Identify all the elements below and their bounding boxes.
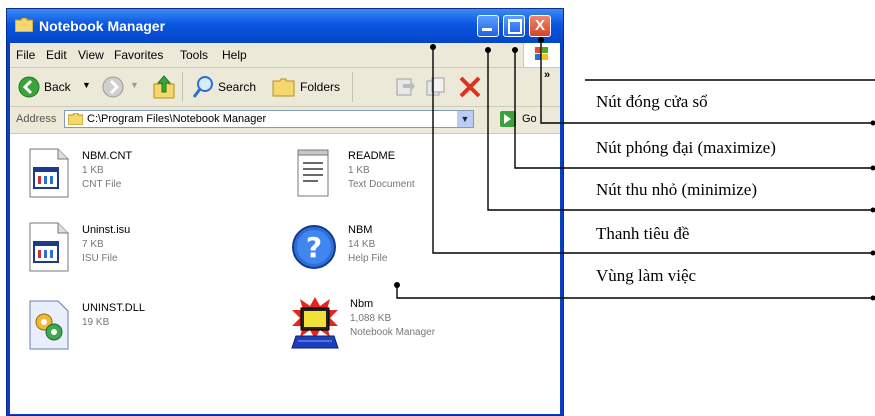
- workarea-callout-line: [396, 285, 875, 299]
- title-bar-callout: Thanh tiêu đề: [596, 224, 690, 243]
- work-area-callout: Vùng làm việc: [596, 266, 697, 285]
- callout-dot: [512, 47, 518, 53]
- close-button-callout: Nút đóng cửa sổ: [596, 92, 708, 111]
- callout-dot: [870, 165, 875, 171]
- callout-dot: [870, 295, 875, 301]
- callout-lines: [394, 37, 875, 301]
- callout-dot: [538, 37, 544, 43]
- callout-dot: [870, 207, 875, 213]
- minimize-button-callout: Nút thu nhỏ (minimize): [596, 180, 758, 199]
- callout-dot: [870, 250, 875, 256]
- callout-dot: [870, 120, 875, 126]
- close-callout-line: [540, 40, 875, 124]
- maximize-button-callout: Nút phóng đại (maximize): [596, 138, 776, 157]
- callout-dot: [485, 47, 491, 53]
- callout-dot: [430, 44, 436, 50]
- callout-dot: [394, 282, 400, 288]
